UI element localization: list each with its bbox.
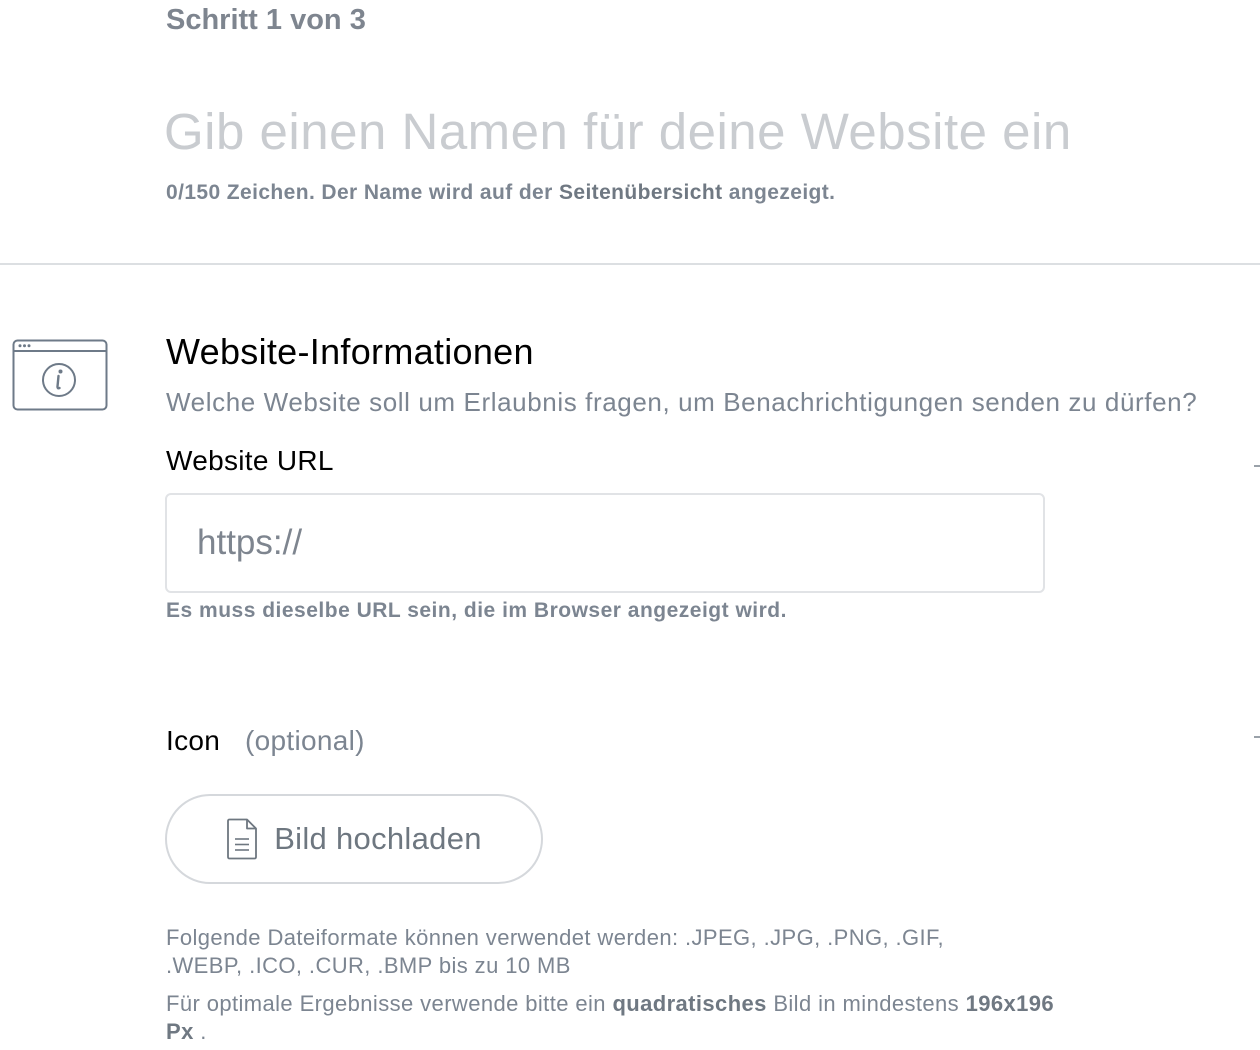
name-hint-suffix: angezeigt. xyxy=(722,181,836,204)
website-name-input[interactable] xyxy=(164,98,1204,164)
icon-optional-label: (optional) xyxy=(245,725,365,756)
name-hint: 0/150 Zeichen. Der Name wird auf der Sei… xyxy=(166,180,835,206)
step-indicator: Schritt 1 von 3 xyxy=(166,4,366,36)
document-icon xyxy=(227,818,258,860)
name-hint-text: 0/150 Zeichen. Der Name wird auf der xyxy=(166,181,559,204)
url-label: Website URL xyxy=(166,445,334,476)
icon-label: Icon xyxy=(166,725,221,756)
file-formats-text: Folgende Dateiformate können verwendet w… xyxy=(166,925,944,978)
url-hint: Es muss dieselbe URL sein, die im Browse… xyxy=(166,599,787,622)
optimal-hint-suffix: . xyxy=(193,1019,207,1044)
url-input[interactable] xyxy=(165,493,1045,593)
section-divider xyxy=(0,263,1260,265)
browser-info-icon xyxy=(12,339,108,411)
optimal-hint-bold-shape: quadratisches xyxy=(612,991,767,1016)
upload-image-button[interactable]: Bild hochladen xyxy=(165,794,543,884)
optimal-size-hint: Für optimale Ergebnisse verwende bitte e… xyxy=(166,990,1066,1046)
edge-marker xyxy=(1254,736,1260,738)
optimal-hint-text: Für optimale Ergebnisse verwende bitte e… xyxy=(166,991,613,1016)
optimal-hint-middle: Bild in mindestens xyxy=(766,991,966,1016)
upload-button-label: Bild hochladen xyxy=(274,821,482,856)
section-title: Website-Informationen xyxy=(166,331,534,372)
edge-marker xyxy=(1254,465,1260,467)
name-hint-link-text: Seitenübersicht xyxy=(558,181,723,204)
section-subtitle: Welche Website soll um Erlaubnis fragen,… xyxy=(166,387,1198,417)
